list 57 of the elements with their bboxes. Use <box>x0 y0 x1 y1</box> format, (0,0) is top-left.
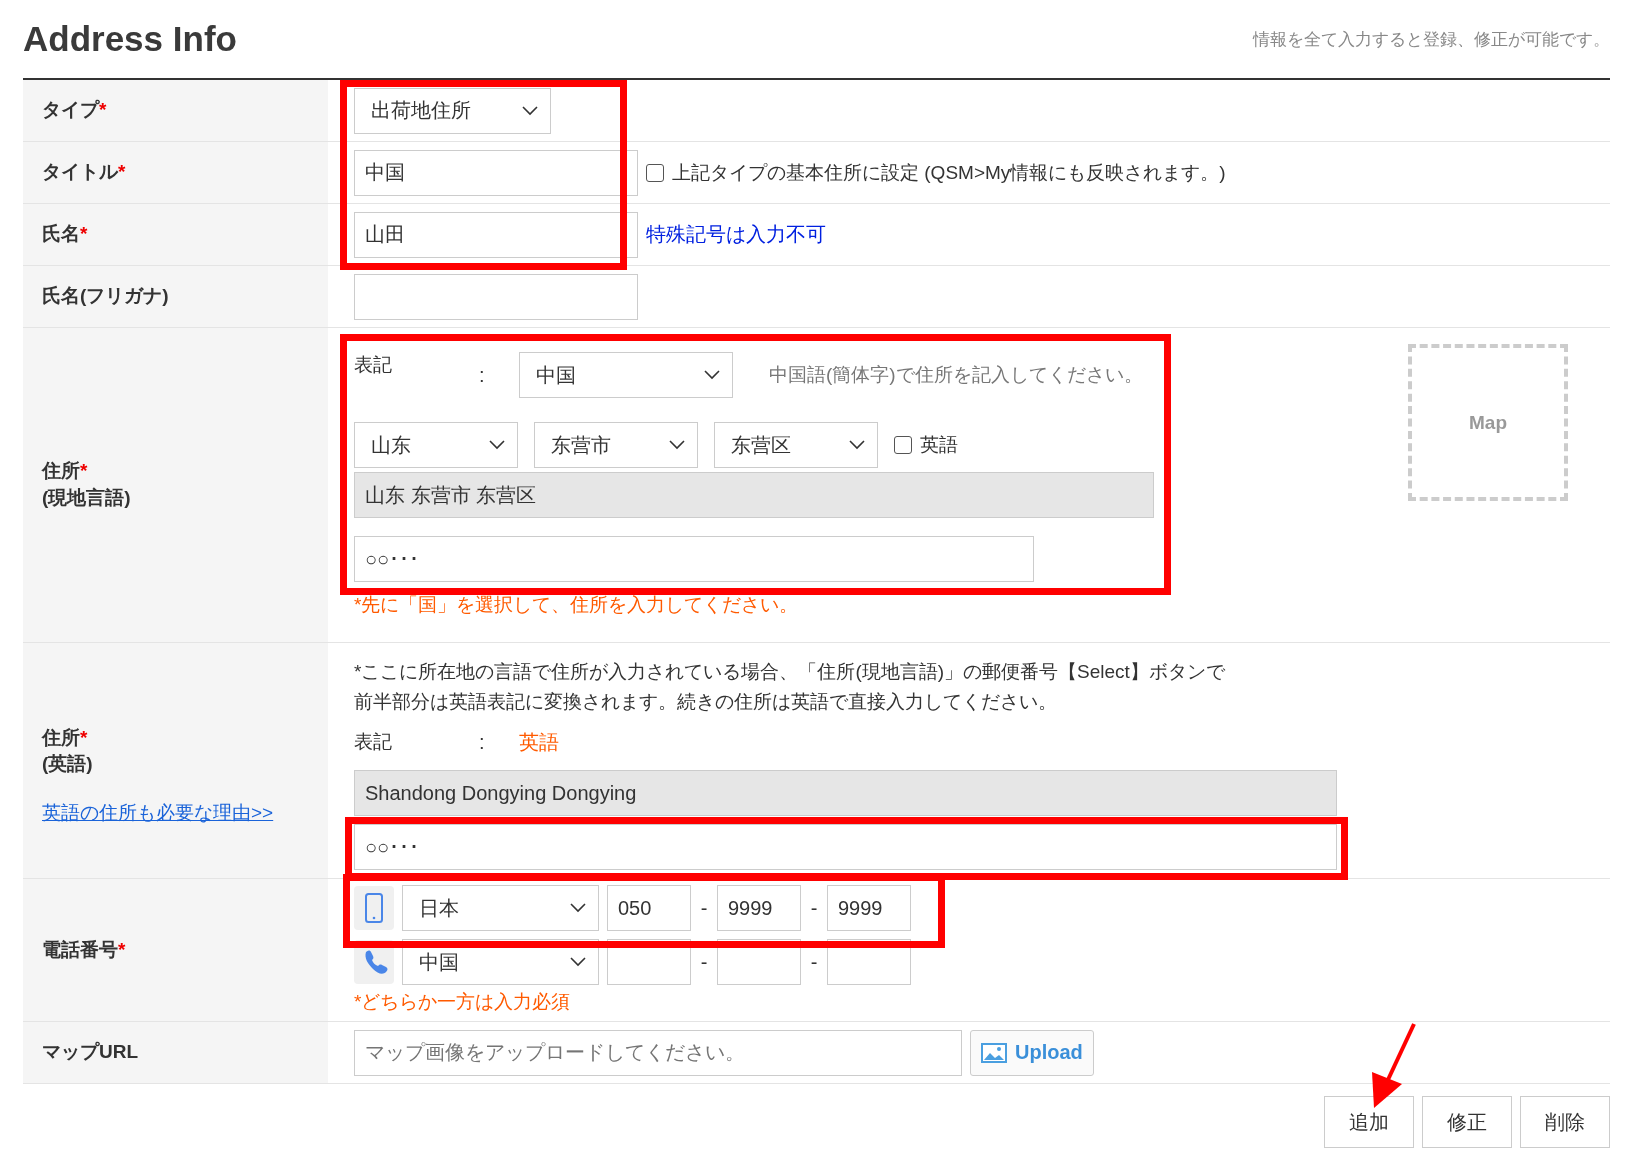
default-address-checkbox[interactable]: 上記タイプの基本住所に設定 (QSM>My情報にも反映されます。) <box>646 159 1226 186</box>
address-note: 中国語(簡体字)で住所を記入してください。 <box>769 363 1143 387</box>
phone-number-input[interactable]: 9999 <box>827 885 911 931</box>
field-label: 住所* (現地言語) <box>42 459 132 510</box>
colon: : <box>479 363 486 387</box>
action-button[interactable]: 修正 <box>1422 1096 1512 1148</box>
region-select[interactable]: 东营区 <box>714 422 878 468</box>
separator: - <box>699 950 709 974</box>
map-url-input[interactable]: マップ画像をアップロードしてください。 <box>354 1029 962 1076</box>
field-label: タイトル* <box>42 160 127 185</box>
name-input[interactable]: 山田 <box>354 211 638 258</box>
field-label: 住所* (英語) <box>42 725 94 777</box>
region-select[interactable]: 山东 <box>354 422 518 468</box>
separator: - <box>699 896 709 920</box>
english-checkbox[interactable]: 英語 <box>894 432 958 458</box>
notation-label: 表記 <box>354 353 393 377</box>
chevron-icon <box>704 370 720 380</box>
notation-label: 表記 <box>354 730 393 754</box>
notation-value: 英語 <box>519 730 559 755</box>
chevron-icon <box>522 105 538 116</box>
region-select[interactable]: 东营市 <box>534 422 698 468</box>
field-label: 氏名(フリガナ) <box>42 284 170 309</box>
reason-link[interactable]: 英語の住所も必要な理由>> <box>42 799 328 827</box>
address-detail-input[interactable]: ○○･･･ <box>354 536 1034 582</box>
action-button[interactable]: 削除 <box>1520 1096 1610 1148</box>
phone-warning: *どちらか一方は入力必須 <box>354 990 571 1014</box>
country-select[interactable]: 中国 <box>519 352 733 398</box>
address-detail-input[interactable]: ○○･･･ <box>354 824 1337 870</box>
resolved-address: 山东 东营市 东营区 <box>354 472 1154 518</box>
phone-number-input[interactable]: 9999 <box>717 885 801 931</box>
field-label: 氏名* <box>42 222 89 247</box>
chevron-icon <box>489 440 505 450</box>
name-hint: 特殊記号は入力不可 <box>646 222 826 247</box>
page-title: Address Info <box>23 19 237 59</box>
mobile-phone-icon <box>354 886 394 930</box>
type-select[interactable]: 出荷地住所 <box>354 87 551 134</box>
kana-input[interactable] <box>354 273 638 320</box>
chevron-icon <box>669 440 685 450</box>
field-label: タイプ* <box>42 98 108 123</box>
separator: - <box>809 896 819 920</box>
english-address-note: *ここに所在地の言語で住所が入力されている場合、「住所(現地言語)」の郵便番号【Select】ボタンで <box>354 660 1225 684</box>
resolved-address: Shandong Dongying Dongying <box>354 770 1337 816</box>
chevron-icon <box>570 903 586 913</box>
field-label: マップURL <box>42 1040 140 1065</box>
address-warning: *先に「国」を選択して、住所を入力してください。 <box>354 593 799 617</box>
image-icon <box>981 1042 1007 1063</box>
english-address-note: 前半部分は英語表記に変換されます。続きの住所は英語で直接入力してください。 <box>354 690 1057 714</box>
action-button[interactable]: 追加 <box>1324 1096 1414 1148</box>
field-label: 電話番号* <box>42 937 127 962</box>
colon: : <box>479 731 486 754</box>
separator: - <box>809 950 819 974</box>
header-note: 情報を全て入力すると登録、修正が可能です。 <box>1253 28 1610 51</box>
title-input[interactable]: 中国 <box>354 149 638 196</box>
chevron-icon <box>570 957 586 967</box>
phone-number-input[interactable]: 050 <box>607 885 691 931</box>
country-code-select[interactable]: 日本 <box>402 885 599 931</box>
chevron-icon <box>849 440 865 450</box>
